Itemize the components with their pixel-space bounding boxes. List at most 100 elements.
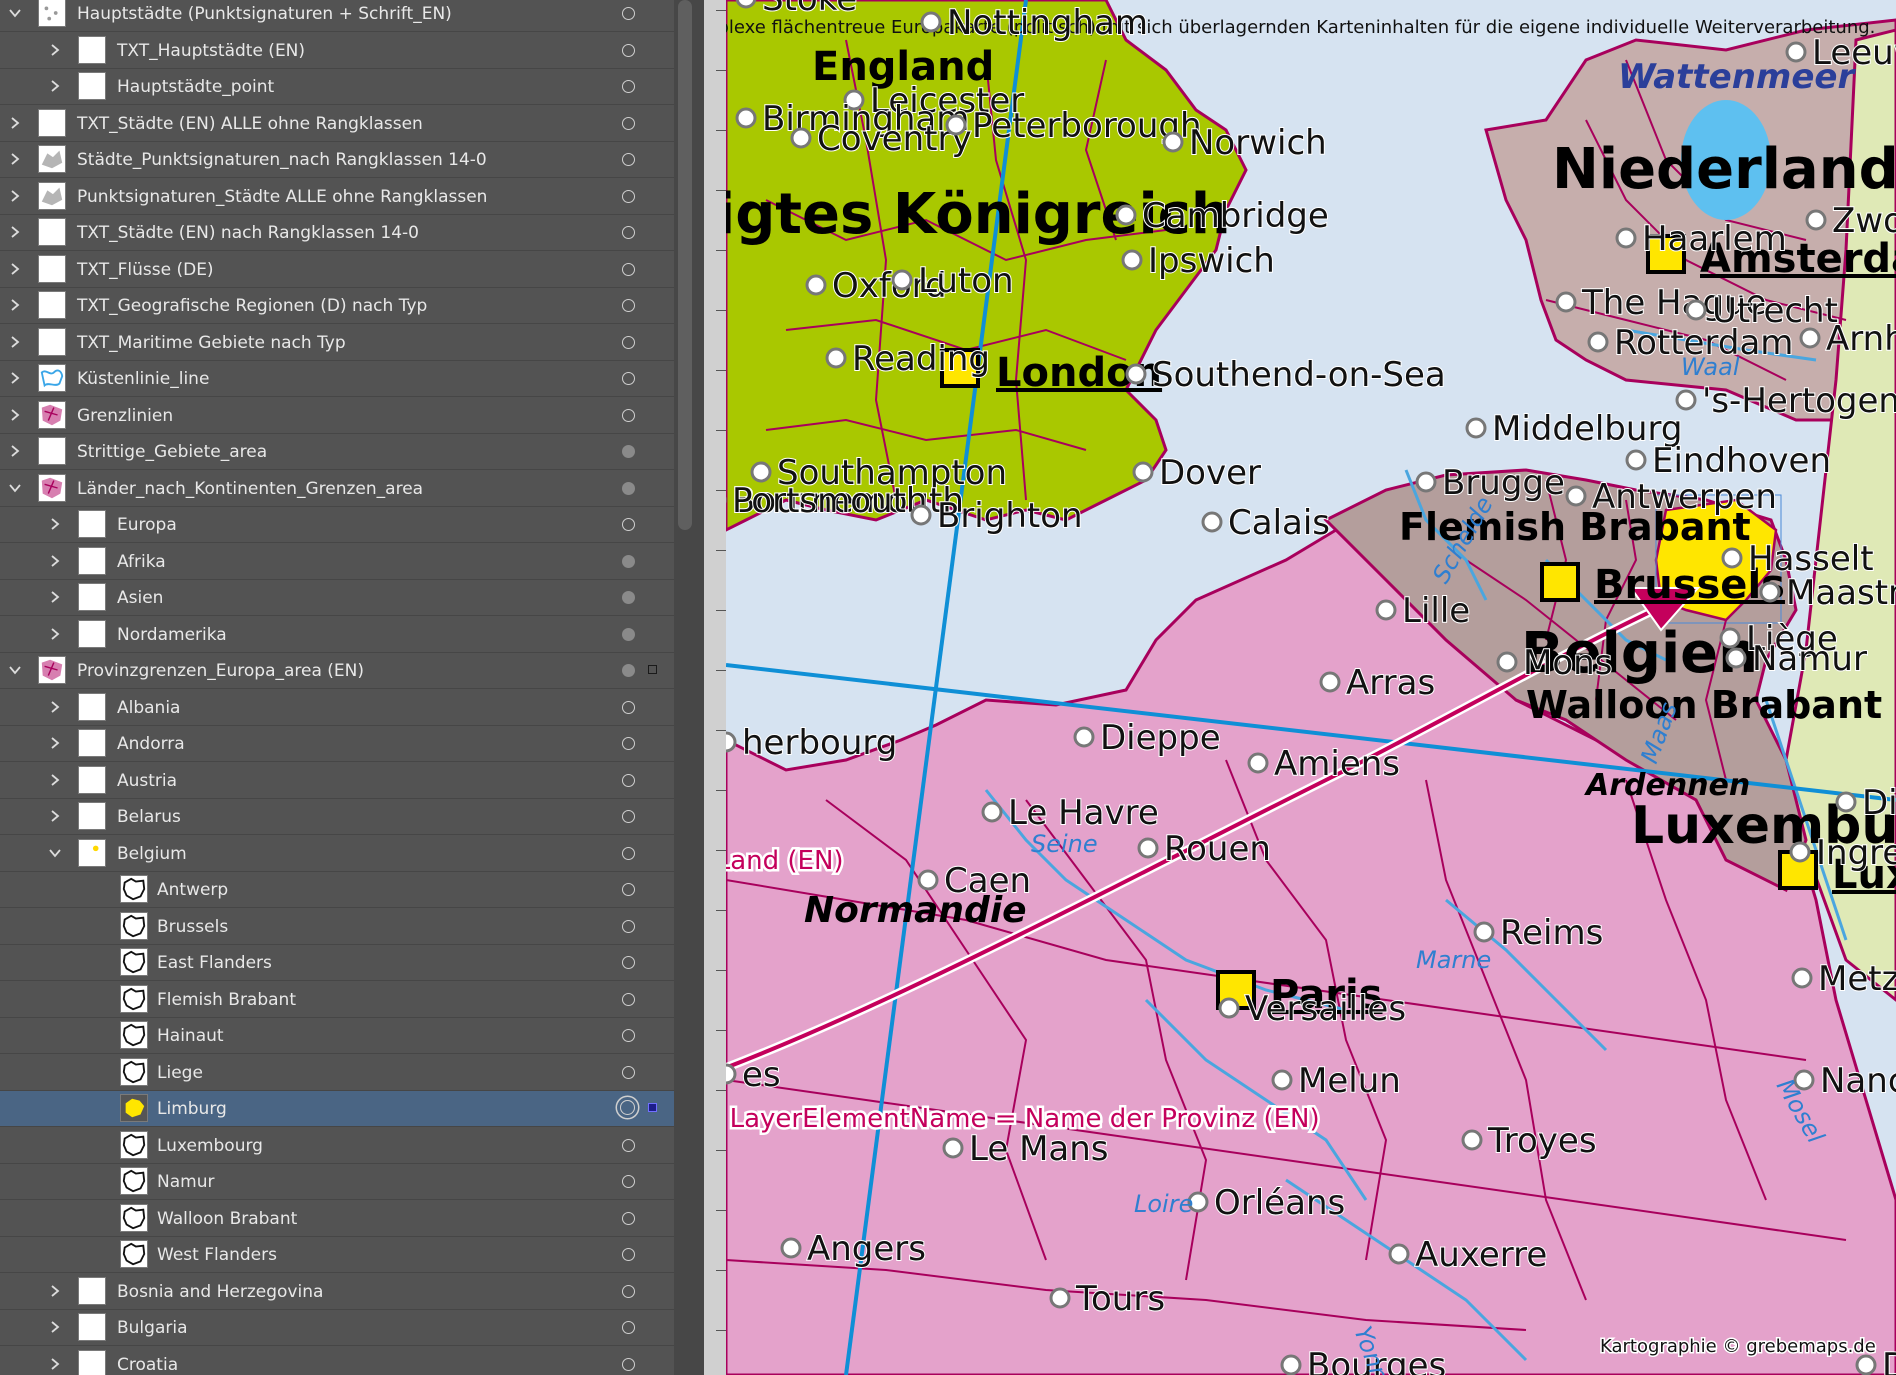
layer-row[interactable]: Grenzlinien xyxy=(0,398,674,434)
layer-label[interactable]: TXT_Städte (EN) ALLE ohne Rangklassen xyxy=(77,106,423,142)
layer-row[interactable]: Bulgaria xyxy=(0,1310,674,1346)
layer-label[interactable]: Küstenlinie_line xyxy=(77,361,209,397)
layer-label[interactable]: Austria xyxy=(117,763,177,799)
layer-row[interactable]: Belgium xyxy=(0,836,674,872)
layer-row[interactable]: TXT_Städte (EN) nach Rangklassen 14-0 xyxy=(0,215,674,251)
layer-label[interactable]: Limburg xyxy=(157,1091,227,1127)
chevron-right-icon[interactable] xyxy=(8,443,22,457)
layer-target-circle[interactable] xyxy=(622,262,635,276)
layer-label[interactable]: Grenzlinien xyxy=(77,398,173,434)
layer-row[interactable]: Liege xyxy=(0,1055,674,1091)
layer-row[interactable]: Brussels xyxy=(0,909,674,945)
layer-label[interactable]: Provinzgrenzen_Europa_area (EN) xyxy=(77,653,364,689)
layer-target-circle[interactable] xyxy=(622,810,635,823)
layer-target-circle[interactable] xyxy=(622,1248,635,1261)
layer-target-circle[interactable] xyxy=(622,7,635,20)
layer-label[interactable]: Luxembourg xyxy=(157,1128,263,1164)
layer-target-circle[interactable] xyxy=(622,299,635,312)
layer-target-circle[interactable] xyxy=(622,1211,635,1225)
layer-label[interactable]: Hauptstädte_point xyxy=(117,69,274,105)
layer-label[interactable]: West Flanders xyxy=(157,1237,277,1273)
layers-scrollbar-thumb[interactable] xyxy=(678,0,692,530)
layer-target-circle[interactable] xyxy=(622,43,635,57)
layer-row[interactable]: Provinzgrenzen_Europa_area (EN) xyxy=(0,653,674,689)
layer-target-circle[interactable] xyxy=(622,445,635,458)
layer-target-circle[interactable] xyxy=(622,372,635,385)
layer-row[interactable]: Europa xyxy=(0,507,674,543)
chevron-right-icon[interactable] xyxy=(8,224,22,238)
layer-row[interactable]: TXT_Flüsse (DE) xyxy=(0,252,674,288)
chevron-right-icon[interactable] xyxy=(48,553,62,567)
layer-label[interactable]: Punktsignaturen_Städte ALLE ohne Rangkla… xyxy=(77,179,487,215)
chevron-right-icon[interactable] xyxy=(8,370,22,384)
layer-row[interactable]: Küstenlinie_line xyxy=(0,361,674,397)
layer-row[interactable]: Namur xyxy=(0,1164,674,1200)
layer-label[interactable]: Asien xyxy=(117,580,163,616)
layer-row[interactable]: Andorra xyxy=(0,726,674,762)
layer-target-circle[interactable] xyxy=(622,627,635,641)
layer-target-circle[interactable] xyxy=(622,919,635,933)
layer-row[interactable]: Antwerp xyxy=(0,872,674,908)
layer-row[interactable]: TXT_Geografische Regionen (D) nach Typ xyxy=(0,288,674,324)
layer-target-circle[interactable] xyxy=(622,956,635,969)
layer-row[interactable]: TXT_Maritime Gebiete nach Typ xyxy=(0,325,674,361)
layer-target-circle[interactable] xyxy=(622,992,635,1006)
layer-label[interactable]: Hauptstädte (Punktsignaturen + Schrift_E… xyxy=(77,0,452,32)
chevron-right-icon[interactable] xyxy=(48,589,62,603)
chevron-right-icon[interactable] xyxy=(8,188,22,202)
chevron-right-icon[interactable] xyxy=(48,1356,62,1370)
chevron-right-icon[interactable] xyxy=(48,42,62,56)
layer-target-circle[interactable] xyxy=(622,1175,635,1188)
layer-label[interactable]: Bosnia and Herzegovina xyxy=(117,1274,323,1310)
layer-target-circle[interactable] xyxy=(622,481,635,495)
layer-label[interactable]: Andorra xyxy=(117,726,185,762)
layer-label[interactable]: Albania xyxy=(117,690,180,726)
chevron-right-icon[interactable] xyxy=(48,1319,62,1333)
layer-label[interactable]: Flemish Brabant xyxy=(157,982,296,1018)
layer-row[interactable]: Bosnia and Herzegovina xyxy=(0,1274,674,1310)
chevron-right-icon[interactable] xyxy=(48,1283,62,1297)
layer-row[interactable]: TXT_Hauptstädte (EN) xyxy=(0,33,674,69)
layer-target-circle[interactable] xyxy=(622,408,635,422)
layer-row[interactable]: Flemish Brabant xyxy=(0,982,674,1018)
layer-target-circle[interactable] xyxy=(622,80,635,93)
chevron-right-icon[interactable] xyxy=(8,261,22,275)
layer-label[interactable]: TXT_Maritime Gebiete nach Typ xyxy=(77,325,346,361)
chevron-right-icon[interactable] xyxy=(48,808,62,822)
layer-label[interactable]: Hainaut xyxy=(157,1018,224,1054)
chevron-right-icon[interactable] xyxy=(48,699,62,713)
layer-label[interactable]: Nordamerika xyxy=(117,617,227,653)
layer-target-circle[interactable] xyxy=(622,335,635,349)
layer-target-circle[interactable] xyxy=(622,554,635,568)
layer-target-circle[interactable] xyxy=(622,664,635,677)
layer-row[interactable]: Städte_Punktsignaturen_nach Rangklassen … xyxy=(0,142,674,178)
chevron-right-icon[interactable] xyxy=(48,626,62,640)
chevron-down-icon[interactable] xyxy=(8,480,22,494)
layer-target-circle[interactable] xyxy=(622,518,635,531)
layer-target-circle[interactable] xyxy=(622,846,635,860)
layer-row[interactable]: Nordamerika xyxy=(0,617,674,653)
layer-row[interactable]: Walloon Brabant xyxy=(0,1201,674,1237)
layer-label[interactable]: Belarus xyxy=(117,799,181,835)
chevron-right-icon[interactable] xyxy=(8,297,22,311)
layer-label[interactable]: Antwerp xyxy=(157,872,228,908)
layer-target-circle[interactable] xyxy=(622,591,635,604)
layer-row[interactable]: Limburg xyxy=(0,1091,674,1127)
chevron-right-icon[interactable] xyxy=(8,151,22,165)
chevron-right-icon[interactable] xyxy=(8,115,22,129)
layer-label[interactable]: Städte_Punktsignaturen_nach Rangklassen … xyxy=(77,142,487,178)
layer-target-circle[interactable] xyxy=(622,189,635,203)
layer-row[interactable]: Strittige_Gebiete_area xyxy=(0,434,674,470)
layer-target-circle[interactable] xyxy=(622,1284,635,1298)
layer-row[interactable]: Punktsignaturen_Städte ALLE ohne Rangkla… xyxy=(0,179,674,215)
layer-label[interactable]: Namur xyxy=(157,1164,214,1200)
layer-row[interactable]: Belarus xyxy=(0,799,674,835)
layer-target-circle[interactable] xyxy=(622,1029,635,1042)
chevron-right-icon[interactable] xyxy=(8,407,22,421)
layer-selection-indicator[interactable] xyxy=(648,665,657,674)
layer-row[interactable]: Austria xyxy=(0,763,674,799)
layer-row[interactable]: Croatia xyxy=(0,1347,674,1375)
layer-label[interactable]: Bulgaria xyxy=(117,1310,188,1346)
layer-row[interactable]: Hauptstädte_point xyxy=(0,69,674,105)
layer-target-circle[interactable] xyxy=(622,737,635,750)
